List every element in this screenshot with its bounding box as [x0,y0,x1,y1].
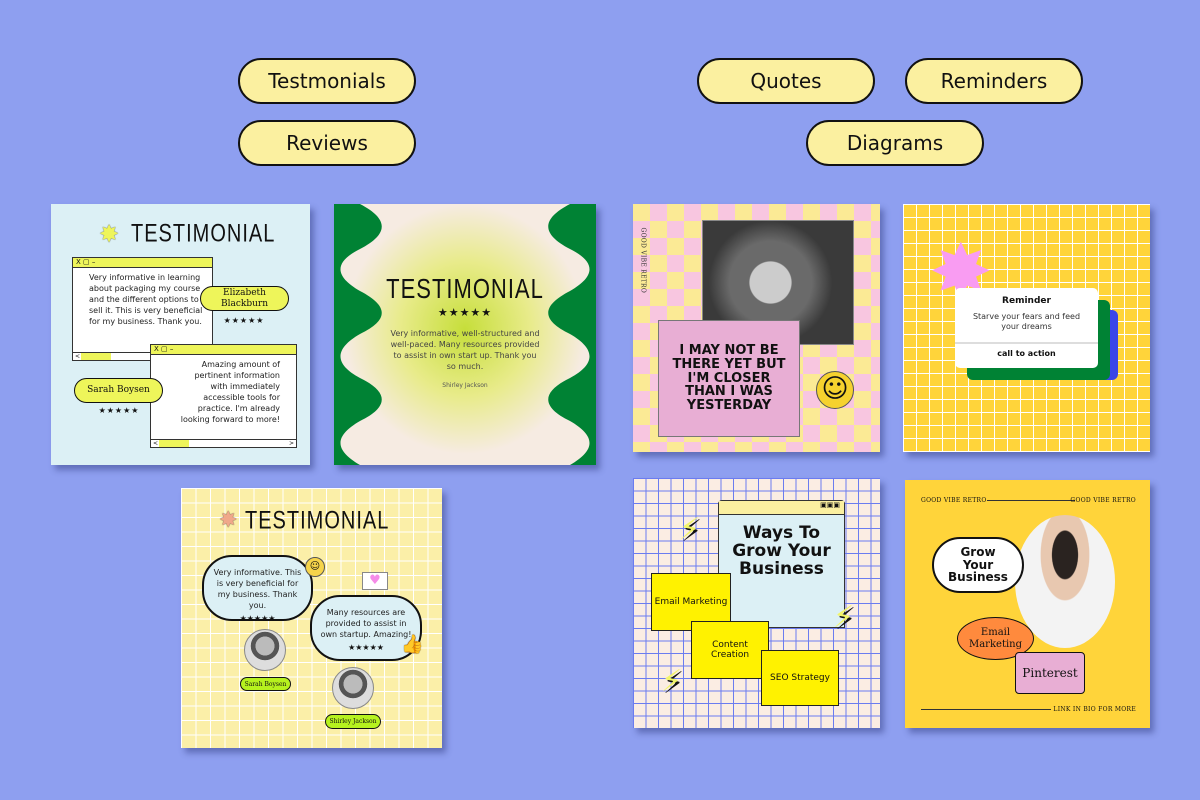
reminder-box: Reminder Starve your fears and feed your… [955,288,1098,368]
reminder-card: ✸ Reminder Starve your fears and feed yo… [903,204,1150,452]
call-to-action-button[interactable]: call to action [955,342,1098,358]
lightning-icon: ⚡ [679,512,700,547]
pinterest-label: Pinterest [1015,652,1085,694]
review-text: Very informative. This is very beneficia… [212,567,303,611]
smiley-icon: ☺ [305,557,325,577]
divider [921,709,1051,710]
lightning-icon: ⚡ [833,600,854,635]
category-reminders[interactable]: Reminders [905,58,1083,104]
window-controls: X ▢ – [73,258,212,268]
rating-stars: ★★★★★ [334,306,596,319]
reviewer-name: Sarah Boysen [240,677,291,691]
category-reviews[interactable]: Reviews [238,120,416,166]
speech-bubble: Grow Your Business [932,537,1024,593]
starburst-icon: ✸ [219,508,237,533]
footer-link-text: LINK IN BIO FOR MORE [1053,706,1136,713]
testimonial-card-bubbles: ✸ TESTIMONIAL Very informative. This is … [181,488,442,748]
brand-label: GOOD VIBE RETRO [640,228,647,298]
brand-label: GOOD VIBE RETRO [1070,497,1136,504]
window-controls: ▣▣▣ [719,501,844,515]
quote-text: I MAY NOT BE THERE YET BUT I'M CLOSER TH… [658,320,800,437]
diagram-card-folders: ▣▣▣ Ways To Grow Your Business ⚡ ⚡ ⚡ Ema… [633,478,880,728]
heart-icon: ♥ [362,572,388,590]
folder-item: SEO Strategy [761,650,839,706]
reviewer-name: Elizabeth Blackburn [200,286,289,311]
scroll-left: < [153,440,158,447]
review-text: Amazing amount of pertinent information … [180,359,280,425]
lightning-icon: ⚡ [661,664,682,699]
reviewer-name: Shirley Jackson [325,714,381,729]
category-testimonials[interactable]: Testmonials [238,58,416,104]
quote-card-retro: GOOD VIBE RETRO I MAY NOT BE THERE YET B… [633,204,880,452]
reminder-heading: Reminder [955,296,1098,306]
reminder-message: Starve your fears and feed your dreams [965,312,1088,342]
folder-item: Content Creation [691,621,769,679]
thumbs-up-icon: 👍 [401,634,423,655]
avatar [244,629,286,671]
card-title: TESTIMONIAL [245,507,389,536]
rating-stars: ★★★★★ [221,316,267,325]
scroll-left: < [75,353,80,360]
divider [987,500,1075,501]
diagram-card-portrait: GOOD VIBE RETRO GOOD VIBE RETRO Grow You… [905,480,1150,728]
review-text: Very informative in learning about packa… [89,272,207,327]
brand-label: GOOD VIBE RETRO [921,497,987,504]
reviewer-name: Sarah Boysen [74,378,163,403]
diagram-title: Ways To Grow Your Business [719,515,844,579]
avatar [332,667,374,709]
rating-stars: ★★★★★ [96,406,142,415]
scrollbar: <> [151,439,296,447]
scroll-right: > [289,440,294,447]
window-controls: X ▢ – [151,345,296,355]
reviewer-name: Shirley Jackson [334,382,596,389]
testimonial-card-waves: TESTIMONIAL ★★★★★ Very informative, well… [334,204,596,465]
category-diagrams[interactable]: Diagrams [806,120,984,166]
starburst-icon: ✸ [99,220,119,248]
rating-stars: ★★★★★ [212,614,303,623]
category-quotes[interactable]: Quotes [697,58,875,104]
review-text: Very informative, well-structured and we… [389,328,541,372]
review-text: Many resources are provided to assist in… [318,607,414,640]
speech-bubble: Very informative. This is very beneficia… [202,555,313,621]
smiley-icon: ☺ [816,371,854,409]
rating-stars: ★★★★★ [318,643,414,652]
card-title: TESTIMONIAL [334,273,596,306]
browser-window: ▣▣▣ Ways To Grow Your Business [718,500,845,628]
review-window: X ▢ – Amazing amount of pertinent inform… [150,344,297,448]
testimonial-card-windows: ✸ TESTIMONIAL X ▢ – Very informative in … [51,204,310,465]
card-title: TESTIMONIAL [131,220,275,249]
